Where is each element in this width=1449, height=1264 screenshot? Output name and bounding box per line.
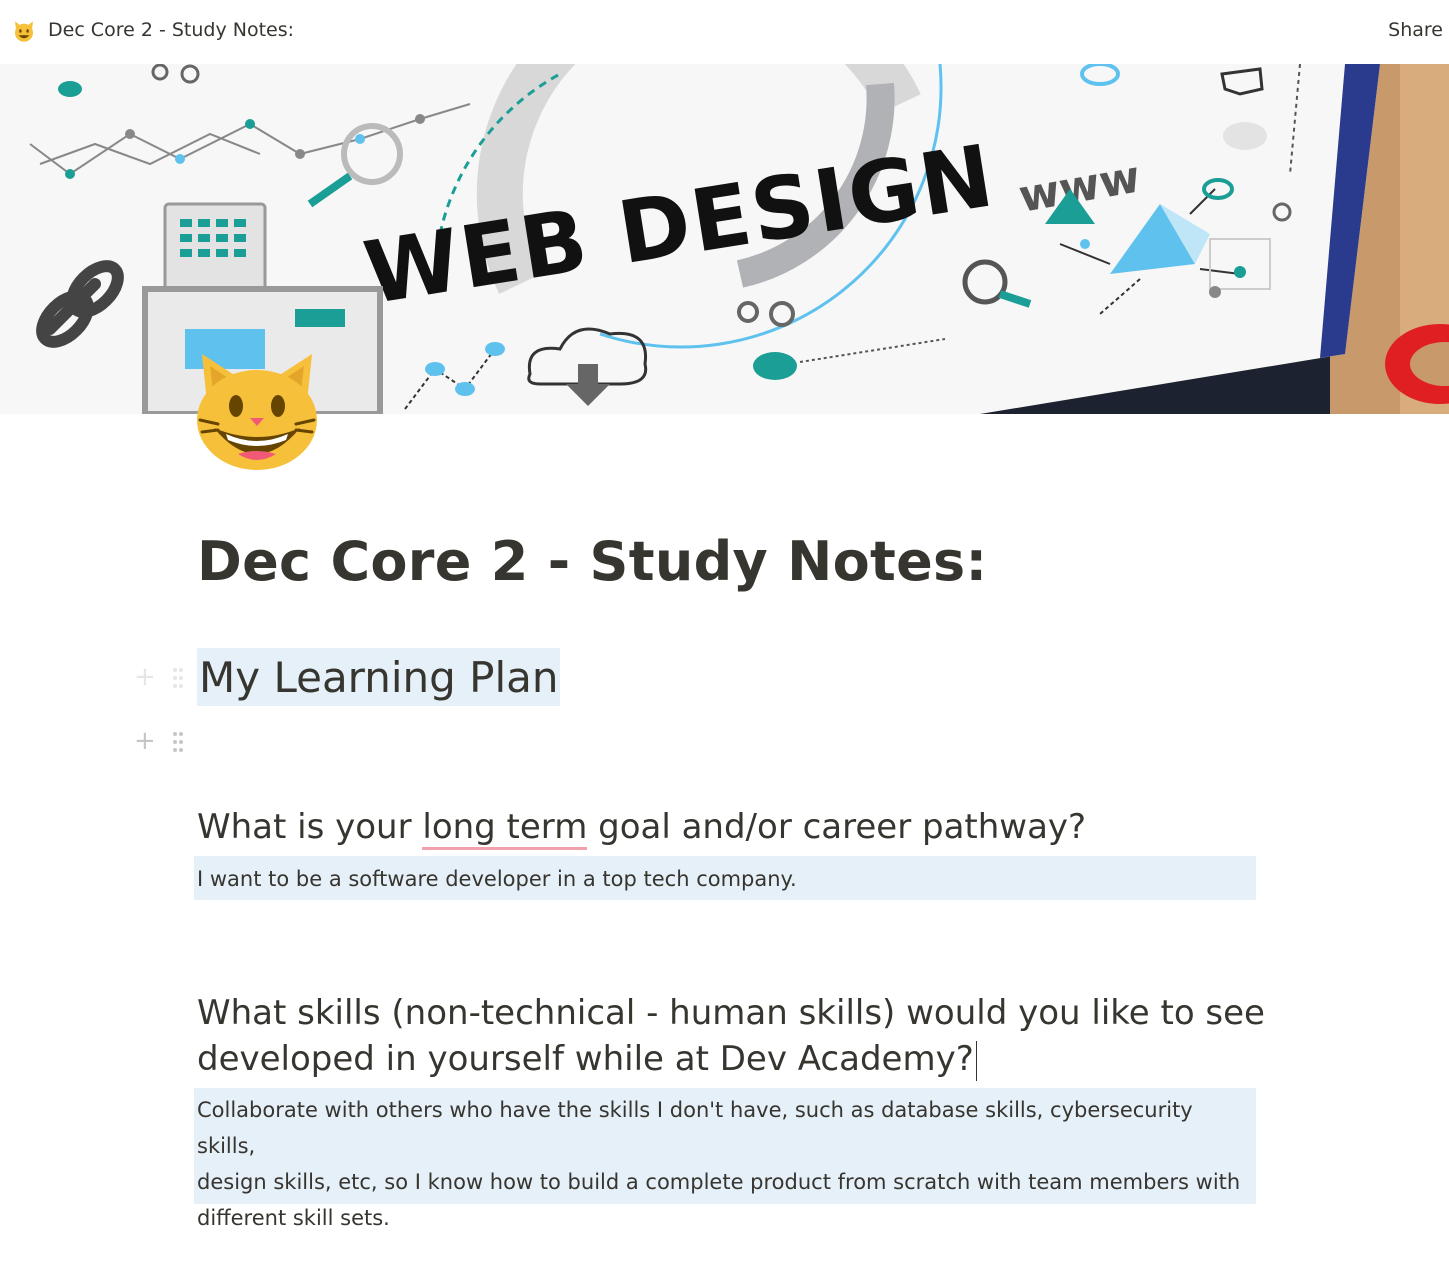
- cat-emoji-icon: [15, 21, 33, 42]
- question-text-start: What is your: [197, 807, 423, 847]
- answer-line: different skill sets.: [197, 1206, 390, 1230]
- text-cursor: [975, 1040, 977, 1081]
- top-bar: Dec Core 2 - Study Notes: Share: [0, 0, 1449, 64]
- add-block-icon[interactable]: +: [134, 728, 156, 754]
- answer-career-pathway[interactable]: I want to be a software developer in a t…: [194, 856, 1256, 900]
- answer-text: I want to be a software developer in a t…: [197, 867, 797, 891]
- answer-line: design skills, etc, so I know how to bui…: [197, 1170, 1241, 1194]
- drag-handle-icon[interactable]: [172, 731, 184, 753]
- heading-text: My Learning Plan: [199, 653, 559, 702]
- question-text-end: goal and/or career pathway?: [587, 807, 1087, 847]
- question-career-pathway[interactable]: What is your long term goal and/or caree…: [197, 804, 1086, 850]
- question-line-1: What skills (non-technical - human skill…: [197, 993, 1265, 1033]
- add-block-icon[interactable]: +: [134, 664, 156, 690]
- page-title[interactable]: Dec Core 2 - Study Notes:: [197, 530, 987, 593]
- block-handle-heading[interactable]: +: [134, 664, 190, 692]
- share-button[interactable]: Share: [1388, 19, 1443, 41]
- answer-line: Collaborate with others who have the ski…: [197, 1098, 1193, 1158]
- page-icon-cat-emoji[interactable]: [194, 350, 320, 476]
- answer-human-skills[interactable]: Collaborate with others who have the ski…: [194, 1088, 1256, 1230]
- question-human-skills[interactable]: What skills (non-technical - human skill…: [197, 990, 1265, 1082]
- block-handle-empty[interactable]: +: [134, 728, 190, 756]
- question-line-2: developed in yourself while at Dev Acade…: [197, 1039, 974, 1079]
- breadcrumb-page-title[interactable]: Dec Core 2 - Study Notes:: [48, 19, 294, 41]
- heading-my-learning-plan[interactable]: My Learning Plan: [197, 648, 561, 706]
- spellcheck-underlined-text[interactable]: long term: [422, 807, 588, 850]
- drag-handle-icon[interactable]: [172, 667, 184, 689]
